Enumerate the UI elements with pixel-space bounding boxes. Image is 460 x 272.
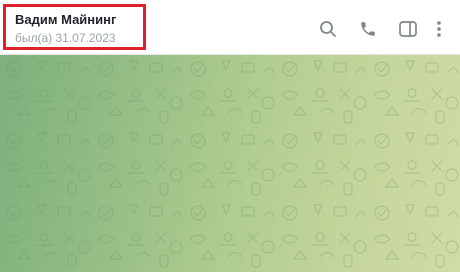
call-button[interactable] — [348, 17, 388, 41]
search-icon — [320, 21, 336, 37]
chat-header: Вадим Майнинг был(а) 31.07.2023 — [0, 0, 460, 55]
phone-icon — [361, 22, 375, 36]
sidebar-toggle-icon — [399, 21, 417, 37]
chat-background — [0, 55, 460, 272]
telegram-chat-window: Вадим Майнинг был(а) 31.07.2023 — [0, 0, 460, 272]
toggle-sidebar-button[interactable] — [388, 17, 428, 41]
more-vertical-icon — [437, 21, 441, 37]
header-toolbar — [308, 17, 450, 41]
doodle-pattern — [0, 55, 460, 272]
chat-title[interactable]: Вадим Майнинг — [15, 12, 116, 27]
search-button[interactable] — [308, 17, 348, 41]
more-options-button[interactable] — [428, 17, 450, 41]
last-seen-status: был(а) 31.07.2023 — [15, 31, 116, 45]
